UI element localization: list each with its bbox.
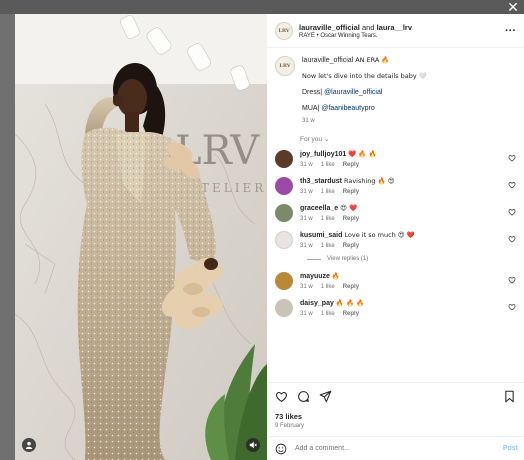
author-avatar[interactable]: LRV: [275, 21, 293, 40]
like-comment-heart-icon[interactable]: [508, 181, 516, 189]
commenter-avatar[interactable]: [275, 299, 293, 317]
caption-avatar[interactable]: LRV: [275, 56, 295, 76]
muted-speaker-icon: [249, 441, 257, 449]
tagged-users-button[interactable]: [22, 438, 36, 452]
caption-line: Now let's dive into the details baby 🤍: [302, 72, 427, 80]
mua-label: MUA|: [302, 105, 320, 112]
header-authors: lauraville_official and laura__lrv: [299, 23, 503, 32]
comment-item: joy_fulljoy101 ❤️ 🔥 🔥 31 w 1 like Reply: [275, 150, 516, 168]
reply-button[interactable]: Reply: [343, 284, 359, 290]
post-date: 9 February: [275, 423, 305, 429]
emoji-icon[interactable]: [275, 443, 287, 455]
reply-button[interactable]: Reply: [343, 243, 359, 249]
comment-text: 🔥: [331, 272, 341, 280]
author-link[interactable]: lauraville_official: [299, 23, 360, 32]
post-header: LRV lauraville_official and laura__lrv R…: [267, 14, 524, 48]
like-comment-heart-icon[interactable]: [508, 208, 516, 216]
caption-author[interactable]: lauraville_official: [302, 57, 353, 64]
like-comment-heart-icon[interactable]: [508, 303, 516, 311]
comments-list[interactable]: LRV lauraville_official AN ERA 🔥 Now let…: [267, 48, 524, 382]
comment-time: 31 w: [300, 189, 313, 195]
reply-button[interactable]: Reply: [343, 162, 359, 168]
comment-likes[interactable]: 1 like: [321, 243, 335, 249]
close-button[interactable]: ✕: [506, 0, 520, 14]
reply-button[interactable]: Reply: [343, 311, 359, 317]
dress-label: Dress|: [302, 89, 323, 96]
post-comment-button[interactable]: Post: [503, 445, 518, 452]
comment-time: 31 w: [300, 284, 313, 290]
comment-item: mayuuze 🔥 31 w 1 like Reply: [275, 272, 516, 290]
mua-mention-link[interactable]: @faanibeautypro: [321, 105, 374, 112]
like-comment-heart-icon[interactable]: [508, 154, 516, 162]
commenter-name[interactable]: daisy_pay: [300, 300, 334, 307]
view-replies-label: View replies (1): [327, 256, 369, 262]
comment-time: 31 w: [300, 162, 313, 168]
comment-item: graceella_e 😍 ❤️ 31 w 1 like Reply: [275, 204, 516, 222]
comment-icon[interactable]: [297, 390, 310, 403]
commenter-avatar[interactable]: [275, 272, 293, 290]
avatar-logo-text: LRV: [278, 27, 290, 34]
commenter-avatar[interactable]: [275, 150, 293, 168]
comment-likes[interactable]: 1 like: [321, 311, 335, 317]
comment-text: 😍 ❤️: [340, 204, 358, 212]
comment-time: 31 w: [300, 311, 313, 317]
post-modal: LRV ATELIER LRV lauraville_official and …: [15, 14, 524, 460]
commenter-name[interactable]: th3_stardust: [300, 178, 342, 185]
commenter-avatar[interactable]: [275, 204, 293, 222]
comment-item: daisy_pay 🔥 🔥 🔥 31 w 1 like Reply: [275, 299, 516, 317]
video-frame: LRV ATELIER: [15, 14, 267, 460]
author-conjunction: and: [361, 22, 375, 32]
post-details-panel: LRV lauraville_official and laura__lrv R…: [267, 14, 524, 460]
share-icon[interactable]: [319, 390, 332, 403]
more-options-button[interactable]: ···: [503, 25, 518, 37]
comment-item: kusumi_said Love it so much 😍 ❤️ 31 w 1 l…: [275, 231, 516, 249]
caption-text: AN ERA 🔥: [355, 56, 390, 64]
likes-count[interactable]: 73 likes: [275, 412, 516, 421]
caption-body: lauraville_official AN ERA 🔥 Now let's d…: [302, 56, 427, 126]
dress-mention-link[interactable]: @lauraville_official: [324, 89, 382, 96]
comment-text: Ravishing 🔥 😍: [343, 177, 395, 185]
add-comment-bar: Post: [267, 436, 524, 460]
comment-text: Love it so much 😍 ❤️: [344, 231, 415, 239]
like-comment-heart-icon[interactable]: [508, 276, 516, 284]
for-you-toggle[interactable]: For you ⌄: [300, 135, 516, 143]
like-comment-heart-icon[interactable]: [508, 235, 516, 243]
audio-link[interactable]: RAYE • Oscar Winning Tears.: [299, 33, 503, 39]
commenter-avatar[interactable]: [275, 231, 293, 249]
bookmark-icon[interactable]: [503, 390, 516, 403]
commenter-name[interactable]: joy_fulljoy101: [300, 151, 346, 158]
comment-likes[interactable]: 1 like: [321, 284, 335, 290]
reply-button[interactable]: Reply: [343, 216, 359, 222]
comment-time: 31 w: [300, 216, 313, 222]
backdrop-top-strip: [0, 0, 524, 14]
post-actions: 73 likes 9 February: [267, 382, 524, 436]
view-replies-button[interactable]: View replies (1): [307, 256, 516, 262]
replies-line: [307, 258, 321, 260]
comment-item: th3_stardust Ravishing 🔥 😍 31 w 1 like Rep…: [275, 177, 516, 195]
comment-text: 🔥 🔥 🔥: [335, 299, 365, 307]
person-icon: [25, 441, 33, 449]
caption-time: 31 w: [302, 118, 315, 124]
commenter-avatar[interactable]: [275, 177, 293, 195]
header-text: lauraville_official and laura__lrv RAYE …: [299, 23, 503, 39]
comment-likes[interactable]: 1 like: [321, 162, 335, 168]
comment-text: ❤️ 🔥 🔥: [348, 150, 377, 158]
commenter-name[interactable]: kusumi_said: [300, 232, 342, 239]
action-bar: [275, 389, 516, 403]
comment-time: 31 w: [300, 243, 313, 249]
commenter-name[interactable]: mayuuze: [300, 273, 330, 280]
mute-button[interactable]: [246, 438, 260, 452]
reply-button[interactable]: Reply: [343, 189, 359, 195]
comment-input[interactable]: [295, 445, 503, 452]
heart-icon[interactable]: [275, 390, 288, 403]
comment-likes[interactable]: 1 like: [321, 189, 335, 195]
post-caption: LRV lauraville_official AN ERA 🔥 Now let…: [275, 56, 516, 126]
collaborator-link[interactable]: laura__lrv: [377, 23, 412, 32]
post-media[interactable]: LRV ATELIER: [15, 14, 267, 460]
commenter-name[interactable]: graceella_e: [300, 205, 338, 212]
avatar-logo-text: LRV: [279, 63, 291, 69]
comment-likes[interactable]: 1 like: [321, 216, 335, 222]
